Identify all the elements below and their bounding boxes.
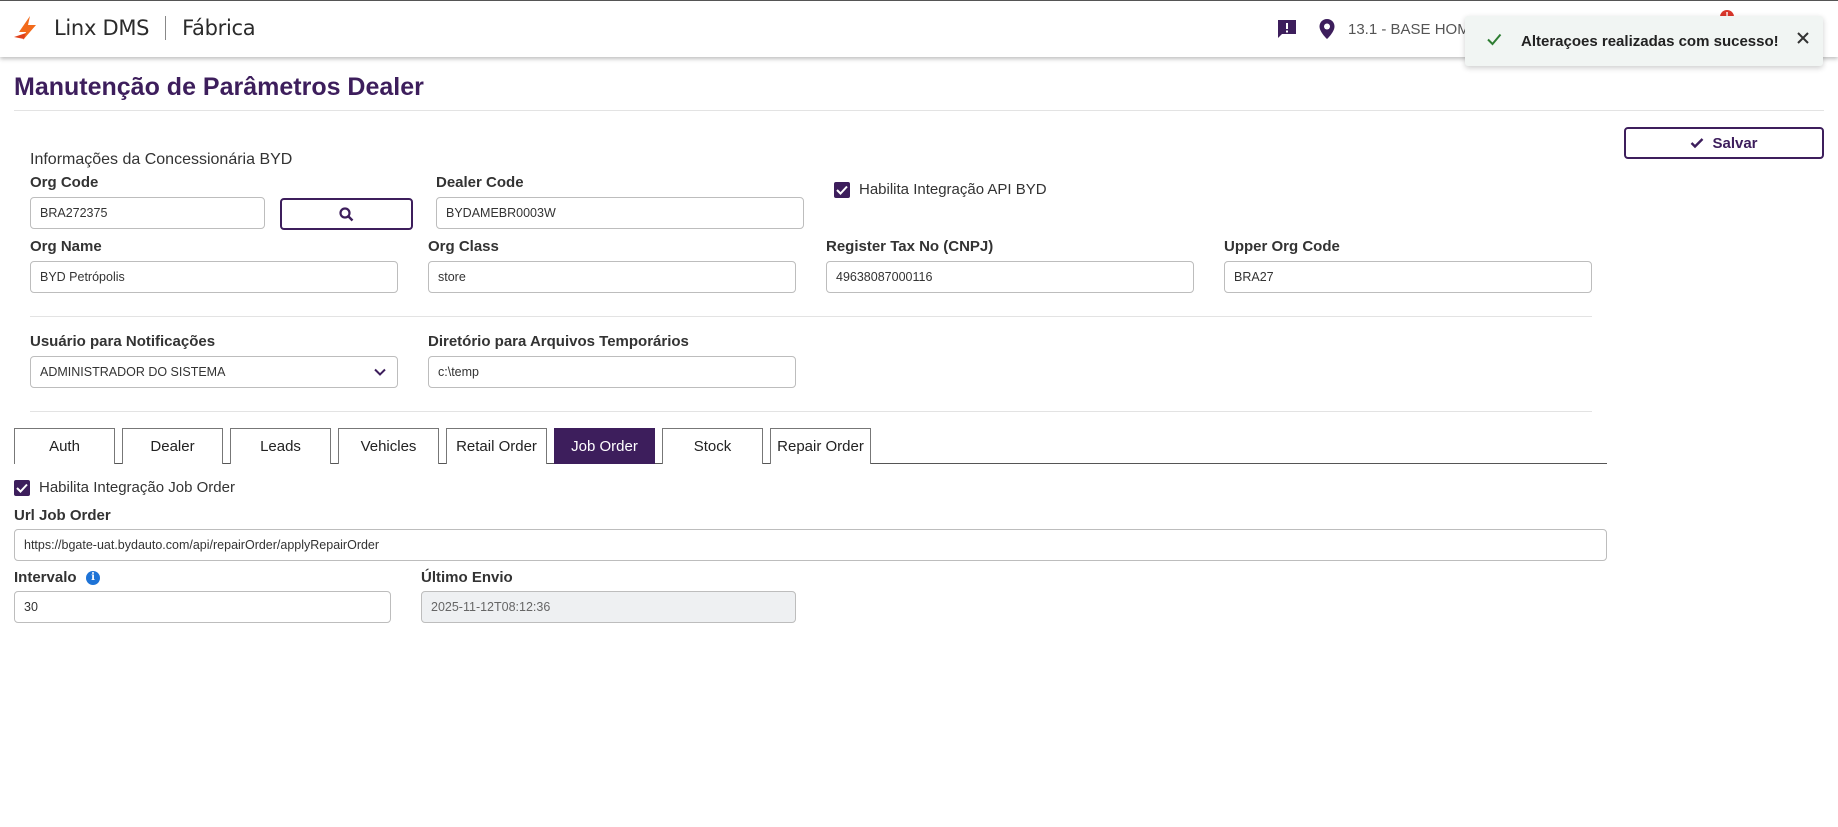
job-order-enable-label: Habilita Integração Job Order xyxy=(39,479,235,496)
org-code-input[interactable]: BRA272375 xyxy=(30,197,265,229)
close-icon[interactable] xyxy=(1793,28,1813,48)
chevron-down-icon xyxy=(374,368,386,376)
notif-user-value: ADMINISTRADOR DO SISTEMA xyxy=(40,365,226,379)
title-divider xyxy=(14,110,1824,111)
temp-dir-input[interactable]: c:\temp xyxy=(428,356,796,388)
checkbox-checked-icon xyxy=(836,185,848,195)
tab-vehicles[interactable]: Vehicles xyxy=(338,428,439,464)
app-name: Linx DMS xyxy=(54,16,150,40)
search-icon xyxy=(339,206,354,221)
upper-org-code-label: Upper Org Code xyxy=(1224,238,1340,255)
module-name: Fábrica xyxy=(182,16,256,40)
api-integration-checkbox[interactable] xyxy=(834,181,850,198)
job-order-url-input[interactable]: https://bgate-uat.bydauto.com/api/repair… xyxy=(14,529,1607,561)
interval-label: Intervalo xyxy=(14,569,77,586)
save-button-label: Salvar xyxy=(1712,134,1758,152)
section-title: Informações da Concessionária BYD xyxy=(30,151,293,168)
notif-user-select[interactable]: ADMINISTRADOR DO SISTEMA xyxy=(30,356,398,388)
tax-no-input[interactable]: 49638087000116 xyxy=(826,261,1194,293)
dealer-code-input[interactable]: BYDAMEBR0003W xyxy=(436,197,804,229)
tab-dealer[interactable]: Dealer xyxy=(122,428,223,464)
linx-logo-icon xyxy=(14,16,36,40)
org-code-label: Org Code xyxy=(30,174,99,191)
search-button[interactable] xyxy=(280,198,413,230)
chat-alert-icon[interactable] xyxy=(1276,18,1298,40)
last-sent-label: Último Envio xyxy=(421,569,513,586)
toast-message: Alteraçoes realizadas com sucesso! xyxy=(1521,33,1779,50)
notif-user-label: Usuário para Notificações xyxy=(30,333,216,350)
tax-no-label: Register Tax No (CNPJ) xyxy=(826,238,994,255)
upper-org-code-input[interactable]: BRA27 xyxy=(1224,261,1592,293)
job-order-enable-checkbox[interactable] xyxy=(14,479,30,496)
job-order-enable-row[interactable]: Habilita Integração Job Order xyxy=(14,479,235,496)
api-integration-label: Habilita Integração API BYD xyxy=(859,181,1047,198)
org-class-input[interactable]: store xyxy=(428,261,796,293)
info-icon[interactable]: i xyxy=(86,571,100,585)
org-name-input[interactable]: BYD Petrópolis xyxy=(30,261,398,293)
checkbox-checked-icon xyxy=(16,483,28,493)
tab-retail-order[interactable]: Retail Order xyxy=(446,428,547,464)
tab-repair-order[interactable]: Repair Order xyxy=(770,428,871,464)
last-sent-field: 2025-11-12T08:12:36 xyxy=(421,591,796,623)
dealer-code-label: Dealer Code xyxy=(436,174,524,191)
section-divider xyxy=(30,316,1592,317)
tab-stock[interactable]: Stock xyxy=(662,428,763,464)
check-icon xyxy=(1487,33,1502,46)
tab-job-order[interactable]: Job Order xyxy=(554,428,655,464)
brand-separator xyxy=(165,16,167,40)
org-class-label: Org Class xyxy=(428,238,499,255)
job-order-url-label: Url Job Order xyxy=(14,507,111,524)
tab-auth[interactable]: Auth xyxy=(14,428,115,464)
brand[interactable]: Linx DMS Fábrica xyxy=(14,15,256,41)
org-name-label: Org Name xyxy=(30,238,102,255)
location-pin-icon[interactable] xyxy=(1318,18,1336,40)
tab-leads[interactable]: Leads xyxy=(230,428,331,464)
interval-input[interactable]: 30 xyxy=(14,591,391,623)
page-title: Manutenção de Parâmetros Dealer xyxy=(14,73,424,101)
save-button[interactable]: Salvar xyxy=(1624,127,1824,159)
section-divider xyxy=(30,411,1592,412)
api-integration-checkbox-row[interactable]: Habilita Integração API BYD xyxy=(834,181,1047,198)
success-toast: Alteraçoes realizadas com sucesso! xyxy=(1465,16,1823,66)
branch-selector[interactable]: 13.1 - BASE HOMO xyxy=(1348,21,1481,38)
tab-bar: Auth Dealer Leads Vehicles Retail Order … xyxy=(14,428,1607,464)
temp-dir-label: Diretório para Arquivos Temporários xyxy=(428,333,689,350)
check-icon xyxy=(1691,138,1704,149)
